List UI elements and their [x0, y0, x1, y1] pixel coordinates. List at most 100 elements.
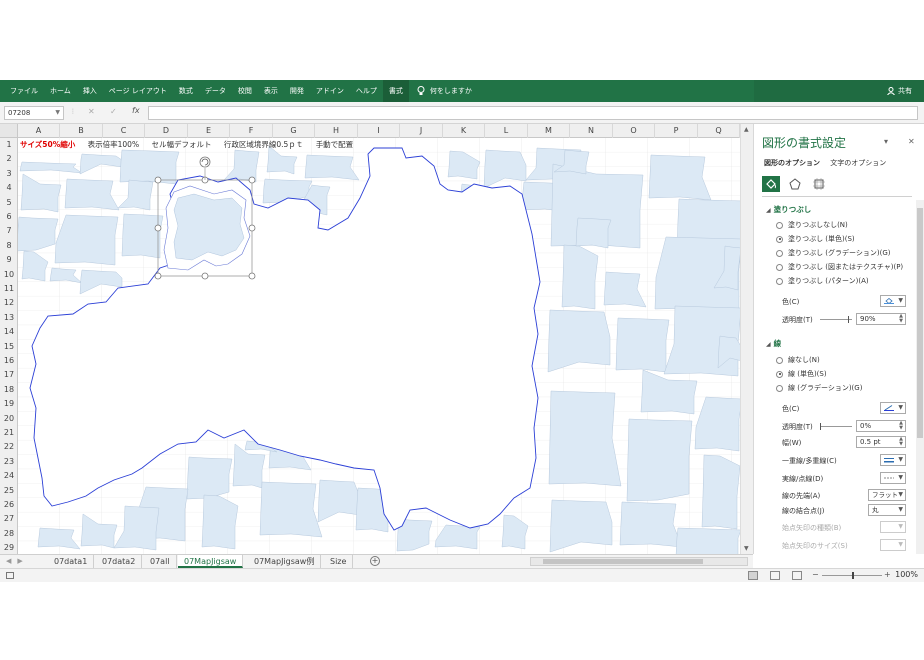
tab-help[interactable]: ヘルプ	[350, 80, 383, 102]
column-header-h[interactable]: H	[316, 124, 358, 138]
municipality-piece[interactable]	[201, 494, 239, 550]
column-header-j[interactable]: J	[401, 124, 443, 138]
row-header-28[interactable]: 28	[0, 527, 18, 541]
page-break-view-button[interactable]	[792, 571, 802, 580]
column-header-q[interactable]: Q	[698, 124, 740, 138]
chevron-down-icon[interactable]: ▼	[898, 541, 903, 548]
row-header-9[interactable]: 9	[0, 253, 18, 267]
begin-arrow-type-picker[interactable]: ▼	[880, 521, 906, 533]
slider-knob[interactable]	[848, 316, 849, 323]
sheet-tab-07data1[interactable]: 07data1	[48, 555, 95, 568]
chevron-down-icon[interactable]: ▼	[55, 107, 60, 119]
tab-formulas[interactable]: 数式	[173, 80, 199, 102]
fill-option-pattern[interactable]: 塗りつぶし (パターン)(A)	[776, 276, 869, 286]
municipality-piece[interactable]	[626, 418, 693, 502]
tab-data[interactable]: データ	[199, 80, 232, 102]
municipality-piece[interactable]	[54, 214, 119, 266]
scroll-up-icon[interactable]: ▲	[744, 126, 749, 133]
select-all-corner[interactable]	[0, 124, 18, 138]
row-header-18[interactable]: 18	[0, 383, 18, 397]
column-header-d[interactable]: D	[146, 124, 188, 138]
sheet-tab-07all[interactable]: 07all	[144, 555, 177, 568]
municipality-piece[interactable]	[575, 217, 612, 249]
row-header-16[interactable]: 16	[0, 354, 18, 368]
pane-scroll-thumb[interactable]	[917, 208, 923, 438]
column-header-m[interactable]: M	[528, 124, 570, 138]
radio-circle[interactable]	[776, 249, 783, 257]
column-header-e[interactable]: E	[188, 124, 230, 138]
row-header-26[interactable]: 26	[0, 498, 18, 512]
municipality-piece[interactable]	[259, 481, 323, 538]
sheet-tab-07mapjigsaw-example[interactable]: 07MapJigsaw例	[248, 555, 322, 568]
tab-format[interactable]: 書式	[382, 80, 409, 102]
cells-area[interactable]: サイズ50%縮小 表示倍率100% セル幅デフォルト 行政区域境界線0.5ｐｔ …	[18, 138, 740, 554]
spinner-arrows-icon[interactable]: ▲ ▼	[899, 314, 903, 324]
row-header-27[interactable]: 27	[0, 512, 18, 526]
column-header-l[interactable]: L	[486, 124, 528, 138]
more-dots-icon[interactable]: ⋮	[70, 108, 76, 115]
row-header-11[interactable]: 11	[0, 282, 18, 296]
fill-option-picture[interactable]: 塗りつぶし (図またはテクスチャ)(P)	[776, 262, 903, 272]
fill-transparency-slider[interactable]	[820, 316, 852, 323]
vertical-scrollbar[interactable]: ▲ ▼	[740, 124, 753, 554]
map-jigsaw[interactable]	[18, 138, 740, 554]
municipality-piece[interactable]	[119, 149, 180, 185]
column-header-o[interactable]: O	[613, 124, 655, 138]
chevron-down-icon[interactable]: ▼	[898, 506, 903, 513]
line-section-header[interactable]: ◢ 線	[766, 338, 781, 349]
municipality-piece[interactable]	[619, 501, 683, 548]
tab-review[interactable]: 校閲	[232, 80, 258, 102]
row-header-29[interactable]: 29	[0, 541, 18, 554]
row-header-25[interactable]: 25	[0, 484, 18, 498]
radio-circle-selected[interactable]	[776, 235, 783, 243]
column-header-k[interactable]: K	[443, 124, 485, 138]
row-header-2[interactable]: 2	[0, 152, 18, 166]
fill-option-solid[interactable]: 塗りつぶし (単色)(S)	[776, 234, 855, 244]
zoom-slider[interactable]	[822, 572, 882, 579]
fill-option-gradient[interactable]: 塗りつぶし (グラデーション)(G)	[776, 248, 891, 258]
municipality-piece[interactable]	[186, 456, 233, 500]
resize-handle[interactable]	[154, 224, 162, 232]
close-icon[interactable]: ✕	[908, 137, 915, 146]
pane-options-icon[interactable]: ▾	[884, 137, 888, 146]
column-header-g[interactable]: G	[273, 124, 315, 138]
tab-shape-options[interactable]: 図形のオプション	[764, 159, 820, 167]
normal-view-button[interactable]	[748, 571, 758, 580]
radio-circle[interactable]	[776, 221, 783, 229]
name-box[interactable]: 07208 ▼	[4, 106, 64, 120]
line-option-none[interactable]: 線なし(N)	[776, 355, 820, 365]
resize-handle[interactable]	[248, 176, 256, 184]
row-header-6[interactable]: 6	[0, 210, 18, 224]
row-header-21[interactable]: 21	[0, 426, 18, 440]
line-option-gradient[interactable]: 線 (グラデーション)(G)	[776, 383, 862, 393]
formula-input[interactable]	[148, 106, 918, 120]
resize-handle[interactable]	[154, 176, 162, 184]
row-header-10[interactable]: 10	[0, 268, 18, 282]
chevron-down-icon[interactable]: ▼	[898, 523, 903, 530]
column-header-f[interactable]: F	[231, 124, 273, 138]
line-width-input[interactable]: 0.5 pt ▲ ▼	[856, 436, 906, 448]
scroll-down-icon[interactable]: ▼	[744, 545, 749, 552]
row-header-19[interactable]: 19	[0, 397, 18, 411]
slider-knob[interactable]	[820, 423, 821, 430]
tab-text-options[interactable]: 文字のオプション	[830, 159, 886, 167]
line-color-picker[interactable]: ▼	[880, 402, 906, 414]
radio-circle-selected[interactable]	[776, 370, 783, 378]
pane-scrollbar[interactable]	[916, 200, 924, 554]
row-header-17[interactable]: 17	[0, 368, 18, 382]
compound-type-picker[interactable]: ▼	[880, 454, 906, 466]
page-layout-view-button[interactable]	[770, 571, 780, 580]
row-header-5[interactable]: 5	[0, 196, 18, 210]
municipality-piece[interactable]	[548, 390, 622, 487]
line-transparency-slider[interactable]	[820, 423, 852, 430]
tab-addins[interactable]: アドイン	[310, 80, 350, 102]
column-header-a[interactable]: A	[18, 124, 60, 138]
resize-handle[interactable]	[248, 272, 256, 280]
zoom-out-button[interactable]: −	[812, 570, 819, 579]
line-transparency-input[interactable]: 0% ▲ ▼	[856, 420, 906, 432]
column-header-n[interactable]: N	[571, 124, 613, 138]
sheet-tab-size[interactable]: Size	[324, 555, 354, 568]
chevron-down-icon[interactable]: ▼	[898, 474, 903, 481]
municipality-piece[interactable]	[615, 317, 670, 373]
row-header-1[interactable]: 1	[0, 138, 18, 152]
